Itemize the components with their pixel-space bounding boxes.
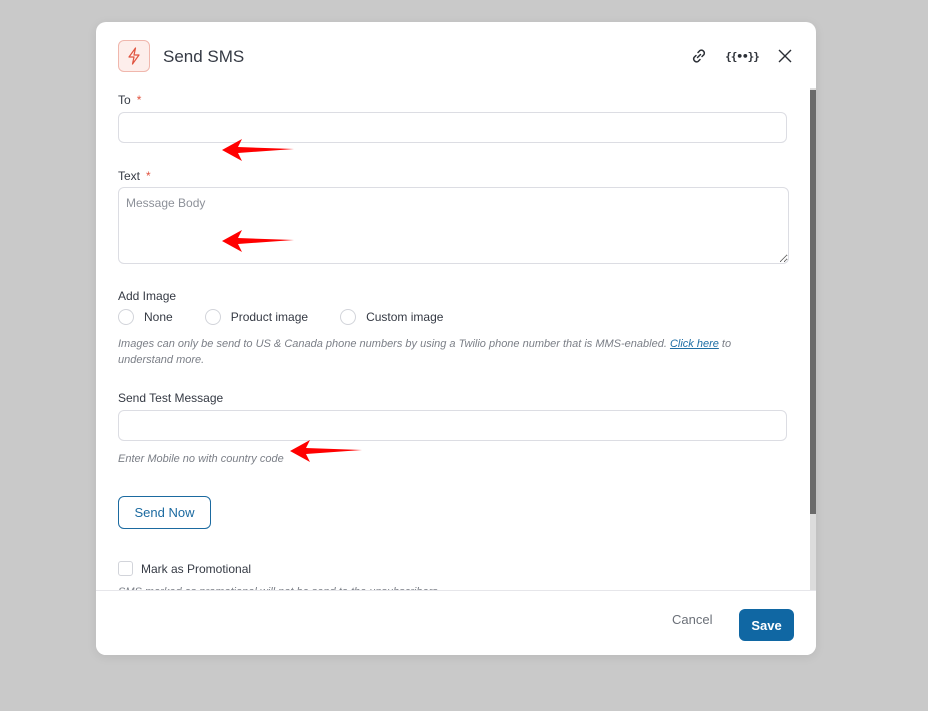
radio-none[interactable]: None — [118, 309, 173, 325]
radio-custom-image[interactable]: Custom image — [340, 309, 443, 325]
test-mobile-input[interactable] — [118, 410, 787, 441]
merge-tags-icon[interactable]: {{••}} — [725, 44, 760, 68]
radio-circle[interactable] — [204, 309, 221, 325]
send-sms-modal: Send SMS {{••}} To* Text* Add Image None… — [96, 22, 816, 655]
annotation-arrow-icon — [222, 139, 294, 161]
add-image-hint: Images can only be send to US & Canada p… — [118, 338, 732, 366]
test-mobile-hint: Enter Mobile no with country code — [118, 453, 284, 465]
radio-circle[interactable] — [340, 309, 357, 325]
modal-footer: Cancel Save — [96, 590, 816, 655]
add-image-radio-group: None Product image Custom image — [118, 309, 475, 325]
mark-promotional-checkbox[interactable] — [118, 561, 133, 576]
link-icon[interactable] — [687, 44, 711, 68]
close-icon[interactable] — [773, 44, 797, 68]
to-input[interactable] — [118, 112, 787, 143]
modal-body: To* Text* Add Image None Product image C… — [96, 88, 810, 590]
add-image-label: Add Image — [118, 289, 177, 303]
text-textarea[interactable] — [118, 187, 789, 264]
radio-product-image[interactable]: Product image — [204, 309, 308, 325]
radio-circle[interactable] — [118, 309, 134, 325]
annotation-arrow-icon — [290, 440, 362, 462]
scrollbar-thumb[interactable] — [810, 90, 816, 514]
send-now-button[interactable]: Send Now — [118, 496, 211, 529]
modal-header: Send SMS {{••}} — [96, 22, 816, 88]
send-test-message-label: Send Test Message — [118, 391, 224, 405]
lightning-icon — [118, 40, 150, 72]
save-button[interactable]: Save — [739, 609, 794, 641]
modal-title: Send SMS — [163, 47, 245, 66]
click-here-link[interactable]: Click here — [670, 338, 719, 350]
text-label: Text * — [118, 169, 151, 183]
mark-promotional-checkbox-row[interactable]: Mark as Promotional — [118, 561, 251, 576]
cancel-button[interactable]: Cancel — [666, 611, 718, 628]
to-label: To * — [118, 93, 142, 107]
annotation-arrow-icon — [222, 230, 294, 252]
